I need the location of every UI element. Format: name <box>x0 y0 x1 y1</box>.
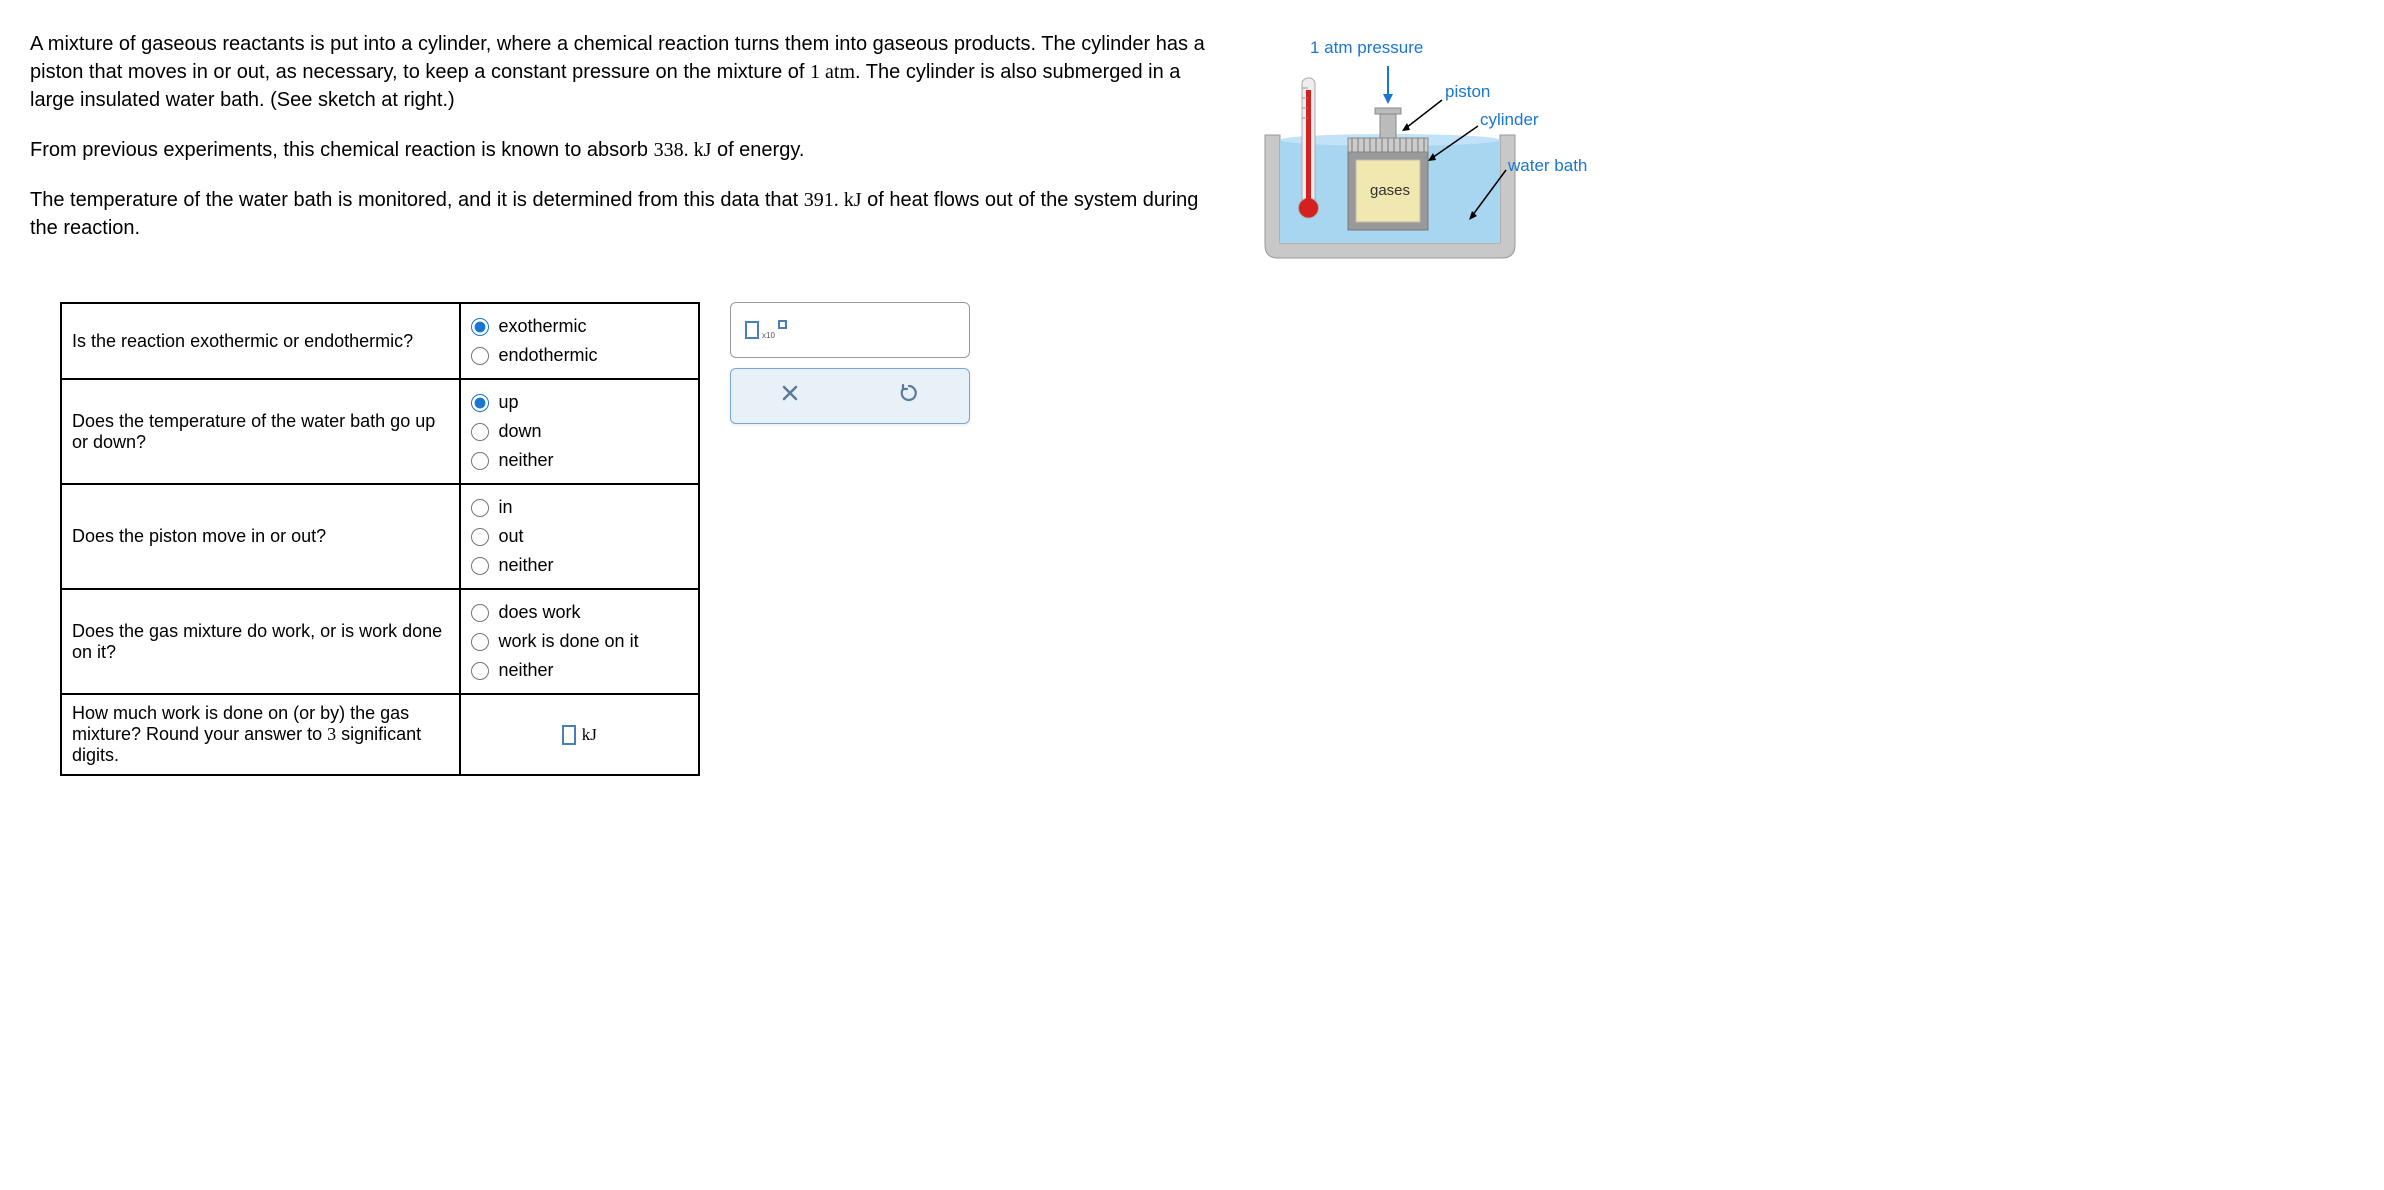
q3-text: Does the piston move in or out? <box>61 484 460 589</box>
q2-label-up: up <box>499 392 519 413</box>
table-row: Does the gas mixture do work, or is work… <box>61 589 699 694</box>
q5-answer: kJ <box>460 694 700 775</box>
q2-text: Does the temperature of the water bath g… <box>61 379 460 484</box>
q3-label-neither: neither <box>499 555 554 576</box>
p1-val: 1 atm <box>810 61 855 83</box>
q3-radio-in[interactable] <box>471 499 489 517</box>
q2-label-neither: neither <box>499 450 554 471</box>
clear-button[interactable] <box>780 383 800 409</box>
p3-a: The temperature of the water bath is mon… <box>30 189 804 211</box>
p3-val: 391. kJ <box>804 189 862 211</box>
q4-radio-work-done-on[interactable] <box>471 633 489 651</box>
table-row: Does the temperature of the water bath g… <box>61 379 699 484</box>
exponent-box-icon <box>778 320 787 329</box>
gases-label: gases <box>1370 182 1410 199</box>
reset-button[interactable] <box>898 382 920 410</box>
work-unit: kJ <box>582 725 597 745</box>
q1-label-exothermic: exothermic <box>499 316 587 337</box>
q4-text: Does the gas mixture do work, or is work… <box>61 589 460 694</box>
scientific-notation-tool[interactable]: x10 <box>730 302 970 358</box>
p2-b: of energy. <box>711 139 804 161</box>
q2-radio-up[interactable] <box>471 394 489 412</box>
q4-radio-neither[interactable] <box>471 662 489 680</box>
table-row: Does the piston move in or out? in out n… <box>61 484 699 589</box>
q1-text: Is the reaction exothermic or endothermi… <box>61 303 460 379</box>
work-input[interactable] <box>562 725 576 745</box>
q1-radio-exothermic[interactable] <box>471 318 489 336</box>
apparatus-diagram: 1 atm pressure piston cylinder water bat… <box>1250 30 1590 270</box>
problem-statement: A mixture of gaseous reactants is put in… <box>30 30 1210 242</box>
q4-label-work-done-on: work is done on it <box>499 631 639 652</box>
q3-options: in out neither <box>460 484 700 589</box>
q1-radio-endothermic[interactable] <box>471 347 489 365</box>
cylinder-label: cylinder <box>1480 110 1539 130</box>
p2-val: 338. kJ <box>654 139 712 161</box>
x-icon <box>780 383 800 403</box>
waterbath-label: water bath <box>1508 156 1587 176</box>
q1-label-endothermic: endothermic <box>499 345 598 366</box>
table-row: Is the reaction exothermic or endothermi… <box>61 303 699 379</box>
q2-options: up down neither <box>460 379 700 484</box>
q4-label-does-work: does work <box>499 602 581 623</box>
mantissa-box-icon <box>745 321 759 339</box>
q4-radio-does-work[interactable] <box>471 604 489 622</box>
action-toolbar <box>730 368 970 424</box>
q4-options: does work work is done on it neither <box>460 589 700 694</box>
piston-label: piston <box>1445 82 1490 102</box>
q5-text: How much work is done on (or by) the gas… <box>61 694 460 775</box>
undo-icon <box>898 382 920 404</box>
q3-radio-neither[interactable] <box>471 557 489 575</box>
questions-table: Is the reaction exothermic or endothermi… <box>60 302 700 776</box>
diagram-svg <box>1250 30 1530 270</box>
q3-label-out: out <box>499 526 524 547</box>
q3-label-in: in <box>499 497 513 518</box>
q4-label-neither: neither <box>499 660 554 681</box>
q2-label-down: down <box>499 421 542 442</box>
x10-label: x10 <box>762 331 775 340</box>
q2-radio-neither[interactable] <box>471 452 489 470</box>
table-row: How much work is done on (or by) the gas… <box>61 694 699 775</box>
q1-options: exothermic endothermic <box>460 303 700 379</box>
q2-radio-down[interactable] <box>471 423 489 441</box>
p2-a: From previous experiments, this chemical… <box>30 139 654 161</box>
pressure-label: 1 atm pressure <box>1310 38 1423 58</box>
q3-radio-out[interactable] <box>471 528 489 546</box>
